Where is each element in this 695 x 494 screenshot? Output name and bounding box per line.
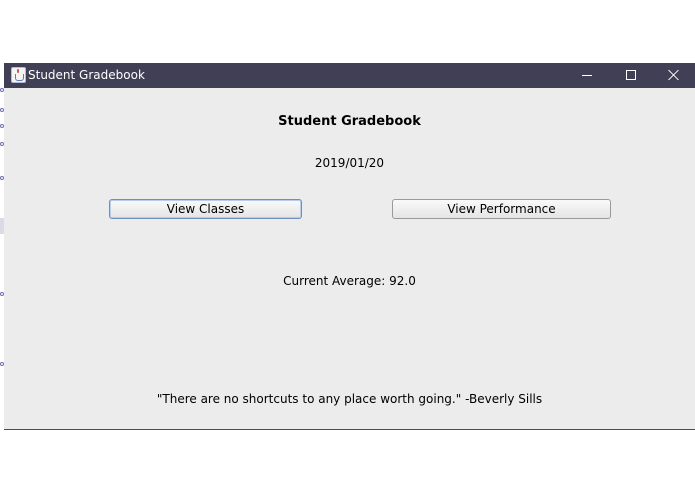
view-performance-button[interactable]: View Performance	[392, 199, 611, 219]
date-label: 2019/01/20	[314, 156, 385, 170]
current-average-label: Current Average: 92.0	[283, 274, 416, 288]
maximize-icon	[626, 70, 636, 80]
main-panel: Student Gradebook 2019/01/20 View Classe…	[4, 88, 695, 429]
minimize-button[interactable]	[565, 63, 609, 88]
maximize-button[interactable]	[609, 63, 653, 88]
java-app-icon[interactable]	[11, 67, 26, 83]
close-icon	[668, 69, 680, 81]
minimize-icon	[582, 75, 592, 76]
view-classes-button[interactable]: View Classes	[109, 199, 302, 219]
window-title: Student Gradebook	[28, 68, 145, 82]
quote-label: "There are no shortcuts to any place wor…	[156, 392, 543, 406]
gradebook-window: Student Gradebook Student Gradebook 2019…	[4, 63, 695, 430]
title-bar[interactable]: Student Gradebook	[4, 63, 695, 88]
desktop-background: Student Gradebook Student Gradebook 2019…	[0, 0, 695, 494]
page-title: Student Gradebook	[278, 114, 421, 129]
close-button[interactable]	[652, 63, 695, 88]
